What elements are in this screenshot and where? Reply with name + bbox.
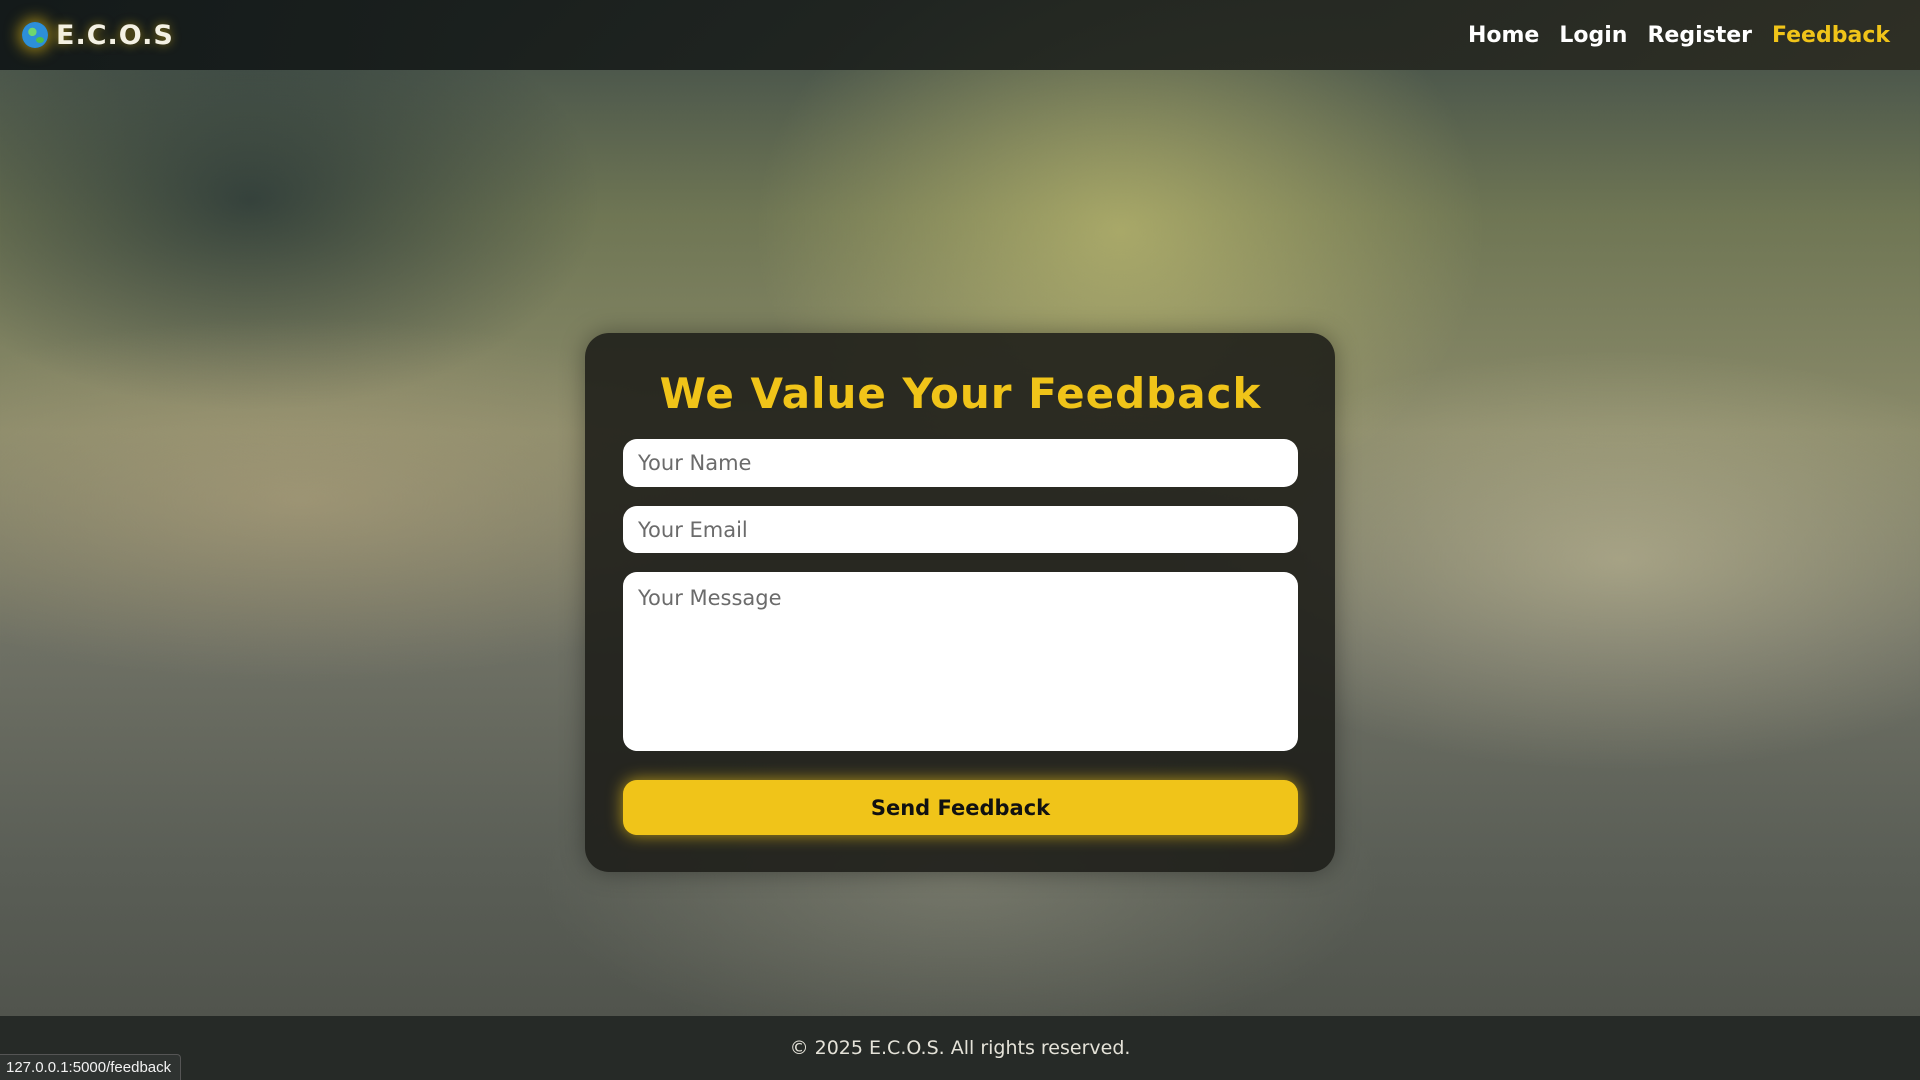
globe-icon <box>22 22 48 48</box>
footer-copyright: © 2025 E.C.O.S. All rights reserved. <box>789 1037 1131 1059</box>
nav-link-feedback[interactable]: Feedback <box>1772 23 1890 48</box>
message-textarea[interactable] <box>623 572 1298 751</box>
nav-links: Home Login Register Feedback <box>1468 23 1890 48</box>
send-feedback-button[interactable]: Send Feedback <box>623 780 1298 835</box>
footer: © 2025 E.C.O.S. All rights reserved. <box>0 1016 1920 1080</box>
nav-link-login[interactable]: Login <box>1559 23 1627 48</box>
nav-link-register[interactable]: Register <box>1647 23 1752 48</box>
email-input[interactable] <box>623 506 1298 553</box>
feedback-title: We Value Your Feedback <box>659 369 1262 418</box>
nav-link-home[interactable]: Home <box>1468 23 1539 48</box>
feedback-card: We Value Your Feedback Send Feedback <box>585 333 1335 872</box>
name-input[interactable] <box>623 439 1298 487</box>
brand-name: E.C.O.S <box>56 19 174 51</box>
status-bar-url: 127.0.0.1:5000/feedback <box>0 1054 182 1080</box>
brand[interactable]: E.C.O.S <box>22 20 174 51</box>
top-navbar: E.C.O.S Home Login Register Feedback <box>0 0 1920 70</box>
